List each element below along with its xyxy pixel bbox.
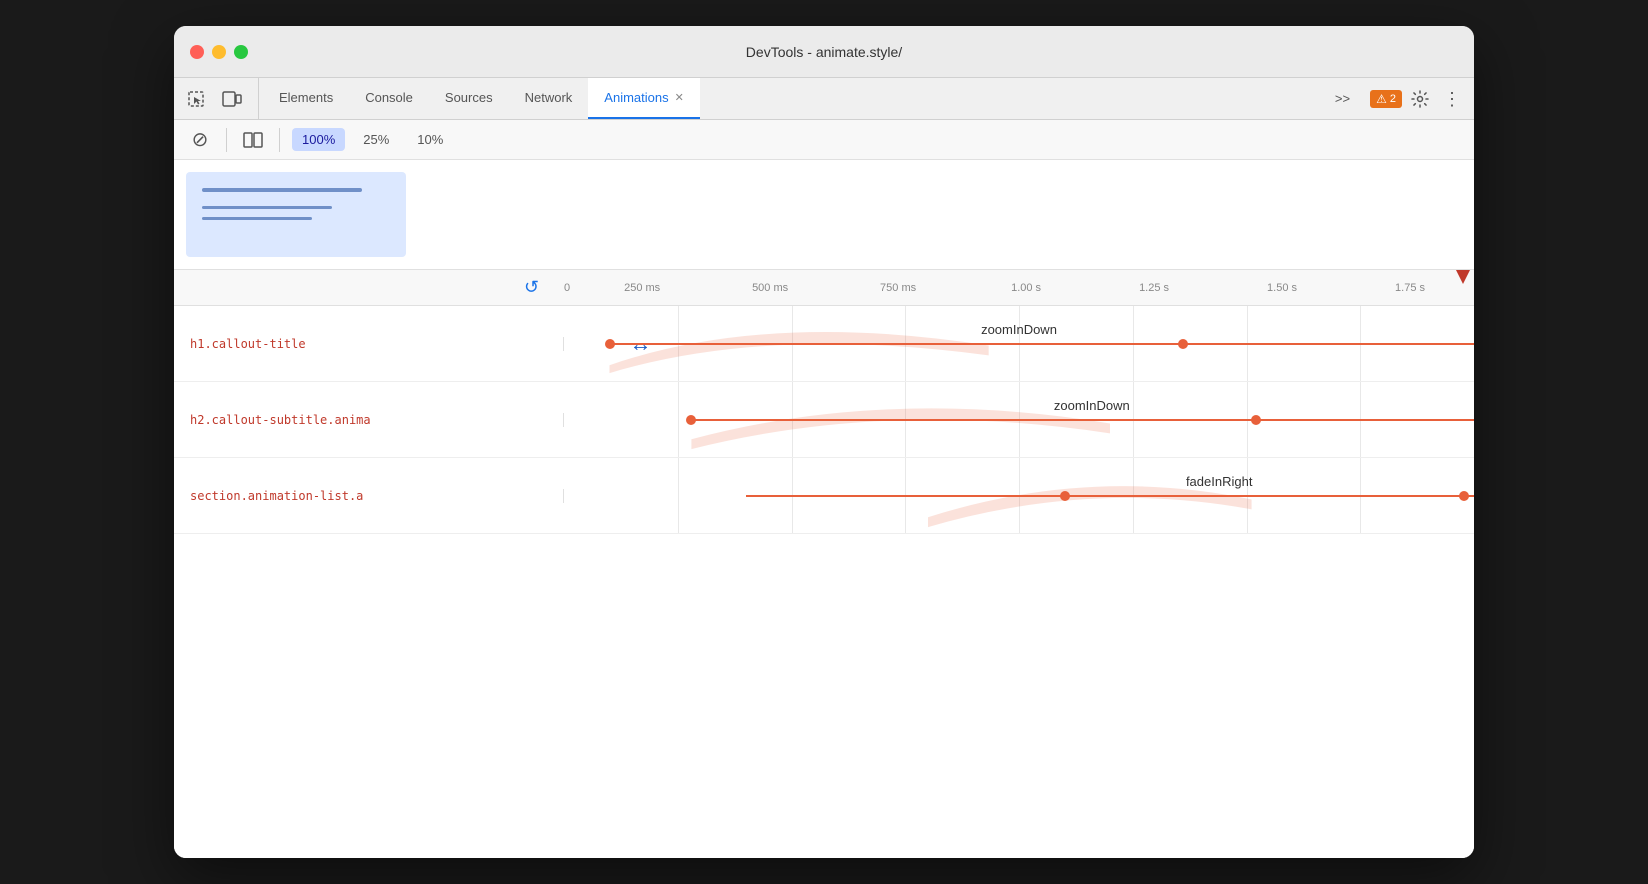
ruler-mark-1s: 1.00 s xyxy=(962,282,1090,294)
preview-line-3 xyxy=(202,217,312,220)
animation-track-h2[interactable]: zoomInDown xyxy=(564,382,1474,457)
minimize-button[interactable] xyxy=(212,45,226,59)
animation-name-h1: zoomInDown xyxy=(981,322,1057,337)
devtools-body: Elements Console Sources Network Animati… xyxy=(174,78,1474,858)
toolbar-divider-1 xyxy=(226,128,227,152)
animations-toolbar: ⊘ 100% 25% 10% xyxy=(174,120,1474,160)
ruler-marks: 0 250 ms 500 ms 750 ms 1.00 s 1.25 s 1.5… xyxy=(564,282,1474,294)
window-title: DevTools - animate.style/ xyxy=(746,44,902,60)
layout-toggle-button[interactable] xyxy=(239,126,267,154)
drag-arrow-h1[interactable]: ↔ xyxy=(630,331,652,357)
track-dot-h2-mid xyxy=(1251,415,1261,425)
track-dot-section-start xyxy=(1060,491,1070,501)
track-line-h2 xyxy=(691,419,1474,421)
tab-right-controls: >> ⚠ 2 ⋮ xyxy=(1319,78,1474,119)
cursor-icon[interactable] xyxy=(182,85,210,113)
preview-area xyxy=(174,160,1474,270)
track-dot-section-end xyxy=(1459,491,1469,501)
title-bar: DevTools - animate.style/ xyxy=(174,26,1474,78)
close-button[interactable] xyxy=(190,45,204,59)
device-toggle-icon[interactable] xyxy=(218,85,246,113)
tab-network[interactable]: Network xyxy=(509,78,589,119)
table-row: section.animation-list.a xyxy=(174,458,1474,534)
speed-25-button[interactable]: 25% xyxy=(353,128,399,151)
track-dot-h1-mid xyxy=(1178,339,1188,349)
animation-name-h2: zoomInDown xyxy=(1054,398,1130,413)
preview-line-2 xyxy=(202,206,332,209)
speed-100-button[interactable]: 100% xyxy=(292,128,345,151)
playhead-marker xyxy=(1456,270,1470,284)
traffic-lights xyxy=(190,45,248,59)
ruler-mark-0: 0 xyxy=(564,282,570,294)
ruler-mark-250: 250 ms xyxy=(578,282,706,294)
animation-label-section[interactable]: section.animation-list.a xyxy=(174,489,564,503)
preview-line-1 xyxy=(202,188,362,192)
timeline-container: ↺ 0 250 ms 500 ms 750 ms 1.00 s 1.25 s 1… xyxy=(174,270,1474,858)
ruler-mark-750: 750 ms xyxy=(834,282,962,294)
devtools-window: DevTools - animate.style/ xyxy=(174,26,1474,858)
animation-rows: h1.callout-title xyxy=(174,306,1474,858)
error-badge[interactable]: ⚠ 2 xyxy=(1370,90,1402,108)
speed-10-button[interactable]: 10% xyxy=(407,128,453,151)
tab-overflow[interactable]: >> xyxy=(1319,91,1366,106)
animation-label-h1[interactable]: h1.callout-title xyxy=(174,337,564,351)
animation-track-h1[interactable]: ↔ zoomInDown xyxy=(564,306,1474,381)
animation-track-section[interactable]: fadeInRight xyxy=(564,458,1474,533)
ruler-mark-15: 1.50 s xyxy=(1218,282,1346,294)
track-line-h1 xyxy=(610,343,1475,345)
animation-name-section: fadeInRight xyxy=(1186,474,1253,489)
tab-console[interactable]: Console xyxy=(349,78,429,119)
tab-elements[interactable]: Elements xyxy=(263,78,349,119)
tab-icons xyxy=(182,78,259,119)
more-options-icon[interactable]: ⋮ xyxy=(1438,85,1466,113)
table-row: h1.callout-title xyxy=(174,306,1474,382)
table-row: h2.callout-subtitle.anima xyxy=(174,382,1474,458)
toolbar-divider-2 xyxy=(279,128,280,152)
tab-sources[interactable]: Sources xyxy=(429,78,509,119)
replay-button[interactable]: ↺ xyxy=(524,277,539,298)
tab-bar: Elements Console Sources Network Animati… xyxy=(174,78,1474,120)
tab-animations-close[interactable]: ✕ xyxy=(675,91,684,104)
animation-label-h2[interactable]: h2.callout-subtitle.anima xyxy=(174,413,564,427)
preview-card xyxy=(186,172,406,257)
tab-animations[interactable]: Animations ✕ xyxy=(588,78,700,119)
pause-replay-button[interactable]: ⊘ xyxy=(186,126,214,154)
ruler-mark-175: 1.75 s xyxy=(1346,282,1474,294)
settings-icon[interactable] xyxy=(1406,85,1434,113)
maximize-button[interactable] xyxy=(234,45,248,59)
track-dot-h2-start xyxy=(686,415,696,425)
track-dot-h1-start xyxy=(605,339,615,349)
animations-area: ↺ 0 250 ms 500 ms 750 ms 1.00 s 1.25 s 1… xyxy=(174,160,1474,858)
ruler-mark-500: 500 ms xyxy=(706,282,834,294)
ruler-mark-125: 1.25 s xyxy=(1090,282,1218,294)
track-line-section xyxy=(746,495,1474,497)
timeline-ruler: ↺ 0 250 ms 500 ms 750 ms 1.00 s 1.25 s 1… xyxy=(174,270,1474,306)
